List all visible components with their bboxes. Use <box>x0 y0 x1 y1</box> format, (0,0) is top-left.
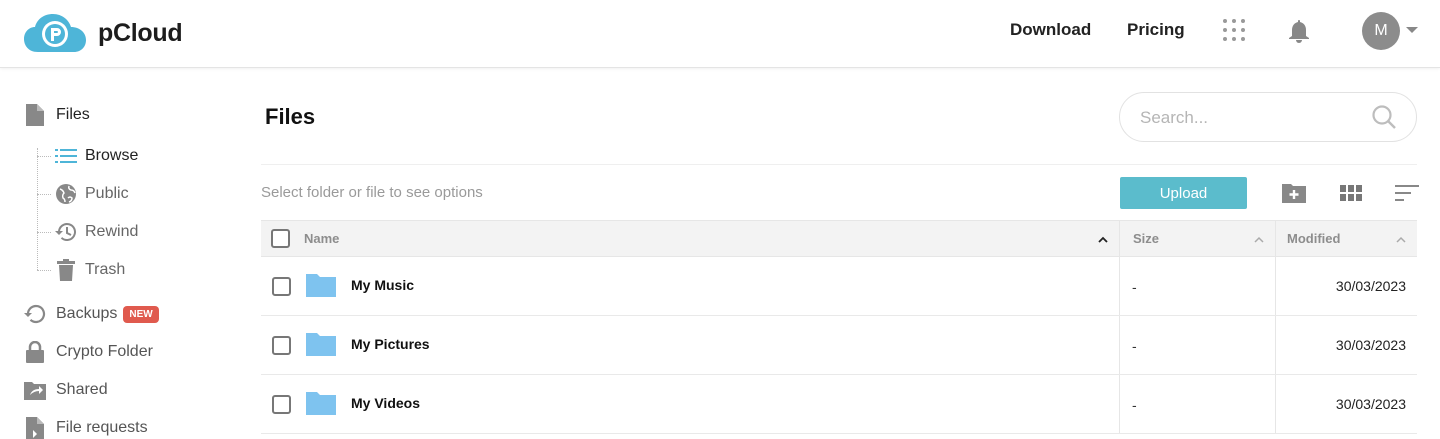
table-header: Name Size Modified <box>261 220 1417 257</box>
row-checkbox[interactable] <box>272 336 291 355</box>
nav-pricing-link[interactable]: Pricing <box>1127 20 1185 40</box>
folder-icon <box>306 392 336 415</box>
sidebar: Files Browse Public Rewind Trash Backups <box>0 68 240 439</box>
lock-icon <box>24 341 46 363</box>
sidebar-item-public[interactable]: Public <box>55 183 129 205</box>
sidebar-item-label: Shared <box>56 381 108 398</box>
column-header-modified[interactable]: Modified <box>1287 231 1340 246</box>
new-badge: NEW <box>123 305 159 323</box>
tree-connector <box>37 194 51 195</box>
table-row[interactable]: My Pictures - 30/03/2023 <box>261 316 1417 375</box>
search-input[interactable] <box>1140 106 1360 130</box>
folder-icon <box>306 333 336 356</box>
file-name[interactable]: My Videos <box>351 395 420 411</box>
sidebar-item-rewind[interactable]: Rewind <box>55 221 138 243</box>
sidebar-item-label: Crypto Folder <box>56 343 153 360</box>
search-icon[interactable] <box>1371 104 1397 130</box>
sort-asc-icon[interactable] <box>1098 235 1108 245</box>
sidebar-item-label: Files <box>56 106 90 123</box>
sidebar-item-trash[interactable]: Trash <box>55 259 125 281</box>
row-checkbox[interactable] <box>272 277 291 296</box>
nav-download-link[interactable]: Download <box>1010 20 1091 40</box>
tree-connector <box>37 232 51 233</box>
file-size: - <box>1132 338 1137 354</box>
column-header-name[interactable]: Name <box>304 231 339 246</box>
tree-connector <box>37 270 51 271</box>
file-modified: 30/03/2023 <box>1335 396 1406 412</box>
user-avatar[interactable]: M <box>1362 12 1400 50</box>
sidebar-item-label: Public <box>85 185 129 202</box>
top-header: pCloud Download Pricing M <box>0 0 1440 68</box>
pcloud-logo-icon <box>24 14 86 52</box>
table-row[interactable]: My Videos - 30/03/2023 <box>261 375 1417 434</box>
history-icon <box>55 221 77 243</box>
pcloud-logo[interactable]: pCloud <box>24 12 183 54</box>
sort-asc-icon[interactable] <box>1396 235 1406 245</box>
shared-folder-icon <box>24 379 46 401</box>
grid-view-icon[interactable] <box>1339 182 1363 204</box>
sort-asc-icon[interactable] <box>1254 235 1264 245</box>
sidebar-item-files[interactable]: Files <box>24 104 90 126</box>
list-icon <box>55 145 77 167</box>
file-name[interactable]: My Music <box>351 277 414 293</box>
file-modified: 30/03/2023 <box>1335 337 1406 353</box>
bell-icon[interactable] <box>1288 19 1310 43</box>
folder-icon <box>306 274 336 297</box>
file-icon <box>24 104 46 126</box>
file-size: - <box>1132 279 1137 295</box>
tree-connector <box>37 148 38 270</box>
tree-connector <box>37 156 51 157</box>
file-size: - <box>1132 397 1137 413</box>
file-name[interactable]: My Pictures <box>351 336 430 352</box>
globe-icon <box>55 183 77 205</box>
selection-hint: Select folder or file to see options <box>261 184 483 201</box>
sidebar-item-label: Rewind <box>85 223 139 240</box>
sidebar-item-crypto-folder[interactable]: Crypto Folder <box>24 341 153 363</box>
backup-icon <box>24 303 46 325</box>
column-header-size[interactable]: Size <box>1133 231 1159 246</box>
sidebar-item-backups[interactable]: Backups NEW <box>24 303 159 325</box>
new-folder-icon[interactable] <box>1282 182 1306 204</box>
select-all-checkbox[interactable] <box>271 229 290 248</box>
avatar-dropdown-icon[interactable] <box>1406 27 1418 33</box>
sidebar-item-label: File requests <box>56 419 148 436</box>
sidebar-item-shared[interactable]: Shared <box>24 379 108 401</box>
upload-button[interactable]: Upload <box>1120 177 1247 209</box>
sidebar-item-label: Trash <box>85 261 126 278</box>
sidebar-item-label: Backups <box>56 305 118 322</box>
divider <box>261 164 1417 165</box>
sidebar-item-browse[interactable]: Browse <box>55 145 138 167</box>
trash-icon <box>55 259 77 281</box>
row-checkbox[interactable] <box>272 395 291 414</box>
table-row[interactable]: My Music - 30/03/2023 <box>261 257 1417 316</box>
sort-icon[interactable] <box>1395 182 1419 204</box>
file-modified: 30/03/2023 <box>1335 278 1406 294</box>
apps-grid-icon[interactable] <box>1222 18 1246 42</box>
page-title: Files <box>265 104 316 129</box>
sidebar-item-label: Browse <box>85 147 139 164</box>
brand-name: pCloud <box>98 18 183 47</box>
